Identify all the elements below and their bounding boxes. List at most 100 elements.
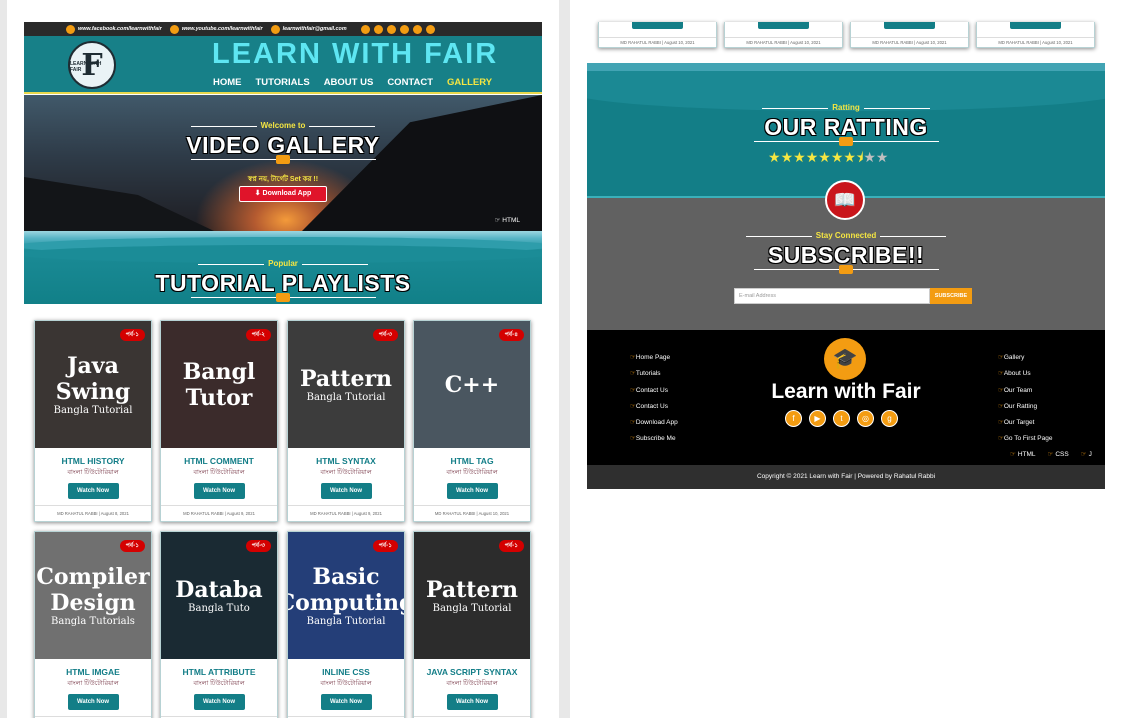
watch-now-button[interactable]: [884, 22, 935, 29]
star-icon: ★: [843, 149, 856, 165]
footer-social-icons: f ▶ t ◎ g: [785, 410, 898, 427]
hero-kicker: Welcome to: [190, 121, 375, 130]
footer-marquee: HTML CSS J: [1010, 450, 1104, 458]
playlist-card-continued[interactable]: MD RAHATUL RABBI | August 10, 2021: [598, 22, 717, 48]
twitter-social-icon[interactable]: [373, 24, 383, 34]
watch-now-button[interactable]: Watch Now: [320, 483, 372, 499]
marquee-item[interactable]: HTML: [1010, 451, 1036, 458]
watch-now-button[interactable]: Watch Now: [193, 694, 245, 710]
playlist-thumbnail[interactable]: পর্ব-১ Basic ComputingBangla Tutorial: [288, 532, 404, 659]
github-icon[interactable]: g: [881, 410, 898, 427]
hero-title: VIDEO GALLERY: [186, 132, 380, 158]
nav-about-us[interactable]: ABOUT US: [324, 77, 374, 88]
playlist-thumbnail[interactable]: পর্ব-১ Compiler Design Bangla Tutorials: [35, 532, 151, 659]
watch-now-button[interactable]: Watch Now: [446, 483, 498, 499]
playlist-thumbnail[interactable]: পর্ব-২ Bangl Tutor: [161, 321, 277, 448]
youtube-icon: [169, 24, 179, 34]
part-badge: পর্ব-২: [245, 329, 271, 341]
footer-link[interactable]: Home Page: [630, 350, 678, 366]
playlist-thumbnail[interactable]: পর্ব-৩ Databa Bangla Tuto: [161, 532, 277, 659]
footer-link[interactable]: Our Ratting: [998, 399, 1052, 415]
playlist-card-continued[interactable]: MD RAHATUL RABBI | August 10, 2021: [724, 22, 843, 48]
star-icon: ★: [863, 149, 876, 165]
watch-now-button[interactable]: [1010, 22, 1061, 29]
watch-now-button[interactable]: Watch Now: [446, 694, 498, 710]
star-icon: ★: [818, 149, 831, 165]
playlist-subtitle: বাংলা টিউটোরিয়াল: [320, 469, 372, 476]
playlist-card[interactable]: পর্ব-৩ Databa Bangla Tuto HTML ATTRIBUTE বাং…: [160, 531, 278, 718]
hero-banner: Welcome to VIDEO GALLERY স্বপ্ন নয়, টার…: [24, 95, 542, 231]
facebook-icon: [66, 24, 75, 34]
watch-now-button[interactable]: Watch Now: [320, 694, 372, 710]
instagram-social-icon[interactable]: [386, 24, 396, 34]
thumbnail-text: C++: [444, 371, 500, 398]
star-icon: ★: [780, 149, 794, 165]
playlist-card[interactable]: পর্ব-৩ Pattern Bangla Tutorial HTML SYNTAX ব…: [287, 320, 405, 522]
nav-tutorials[interactable]: TUTORIALS: [256, 77, 310, 88]
watch-now-button[interactable]: [758, 22, 809, 29]
playlist-thumbnail[interactable]: পর্ব-৪ C++: [414, 321, 530, 448]
playlist-thumbnail[interactable]: পর্ব-৩ Pattern Bangla Tutorial: [288, 321, 404, 448]
footer-link[interactable]: Subscribe Me: [630, 431, 678, 447]
email-link[interactable]: learnwithfair@gmail.com: [270, 24, 347, 34]
linkedin-social-icon[interactable]: [412, 24, 422, 34]
nav-contact[interactable]: CONTACT: [387, 77, 433, 88]
thumbnail-text: Bangl Tutor: [182, 358, 256, 411]
email-input[interactable]: E-mail Address: [734, 288, 930, 304]
playlist-subtitle: বাংলা টিউটোরিয়াল: [446, 469, 498, 476]
page-left: www.facebook.com/learnwithfair www.youtu…: [7, 0, 559, 718]
star-icon: ★: [805, 149, 819, 165]
site-logo[interactable]: F LEARN WITH FAIR: [68, 41, 116, 89]
rating-heading: Ratting OUR RATTING: [587, 97, 1105, 147]
playlist-card[interactable]: পর্ব-১ Pattern Bangla Tutorial JAVA SCRIPT …: [413, 531, 531, 718]
facebook-social-icon[interactable]: [360, 24, 370, 34]
footer-link[interactable]: Download App: [630, 415, 678, 431]
watch-now-button[interactable]: [632, 22, 683, 29]
watch-now-button[interactable]: Watch Now: [193, 483, 245, 499]
thumbnail-text: Java Swing Bangla Tutorial: [53, 353, 133, 416]
footer-link[interactable]: Go To First Page: [998, 431, 1053, 447]
nav-home[interactable]: HOME: [213, 77, 242, 88]
facebook-icon[interactable]: f: [785, 410, 802, 427]
youtube-social-icon[interactable]: [425, 24, 435, 34]
playlist-card[interactable]: পর্ব-৪ C++ HTML TAG বাংলা টিউটোরিয়াল Watch …: [413, 320, 531, 522]
twitter-icon[interactable]: t: [833, 410, 850, 427]
playlist-card[interactable]: পর্ব-১ Java Swing Bangla Tutorial HTML HIST…: [34, 320, 152, 522]
playlist-card[interactable]: পর্ব-১ Compiler Design Bangla Tutorials HTM…: [34, 531, 152, 718]
youtube-icon[interactable]: ▶: [809, 410, 826, 427]
watch-now-button[interactable]: Watch Now: [67, 694, 119, 710]
thumbnail-text: Compiler Design Bangla Tutorials: [36, 564, 150, 627]
playlist-thumbnail[interactable]: পর্ব-১ Pattern Bangla Tutorial: [414, 532, 530, 659]
book-icon: 📖: [825, 180, 865, 220]
subscribe-button[interactable]: SUBSCRIBE: [930, 288, 972, 304]
marquee-item[interactable]: J: [1081, 451, 1092, 458]
subscribe-rule: [753, 265, 939, 275]
star-icon: ★: [793, 149, 806, 165]
footer-link[interactable]: Our Target: [998, 415, 1052, 431]
logo-text: LEARN WITH FAIR: [70, 61, 102, 73]
youtube-link[interactable]: www.youtube.com/learnwithfair: [169, 24, 263, 34]
playlist-card[interactable]: পর্ব-১ Basic ComputingBangla Tutorial INLI…: [287, 531, 405, 718]
playlist-card[interactable]: পর্ব-২ Bangl Tutor HTML COMMENT বাংলা টিউটো…: [160, 320, 278, 522]
playlist-meta: MD RAHATUL RABBI | August 8, 2021: [35, 505, 151, 521]
playlist-meta: MD RAHATUL RABBI | August 10, 2021: [599, 37, 716, 45]
footer-link[interactable]: Our Team: [998, 383, 1052, 399]
footer-link[interactable]: About Us: [998, 366, 1052, 382]
marquee-item[interactable]: CSS: [1048, 451, 1069, 458]
playlist-thumbnail[interactable]: পর্ব-১ Java Swing Bangla Tutorial: [35, 321, 151, 448]
download-app-button[interactable]: ⬇ Download App: [239, 186, 327, 202]
social-icons: [360, 24, 435, 34]
facebook-link[interactable]: www.facebook.com/learnwithfair: [66, 24, 162, 34]
nav-gallery[interactable]: GALLERY: [447, 77, 492, 88]
playlist-subtitle: বাংলা টিউটোরিয়াল: [67, 680, 119, 687]
playlist-subtitle: বাংলা টিউটোরিয়াল: [193, 469, 245, 476]
watch-now-button[interactable]: Watch Now: [67, 483, 119, 499]
playlist-title: JAVA SCRIPT SYNTAX: [426, 667, 518, 677]
play-icon: [839, 265, 853, 275]
github-social-icon[interactable]: [399, 24, 409, 34]
playlist-subtitle: বাংলা টিউটোরিয়াল: [446, 680, 498, 687]
instagram-icon[interactable]: ◎: [857, 410, 874, 427]
playlist-card-continued[interactable]: MD RAHATUL RABBI | August 10, 2021: [850, 22, 969, 48]
footer-link[interactable]: Gallery: [998, 350, 1052, 366]
playlist-card-continued[interactable]: MD RAHATUL RABBI | August 10, 2021: [976, 22, 1095, 48]
